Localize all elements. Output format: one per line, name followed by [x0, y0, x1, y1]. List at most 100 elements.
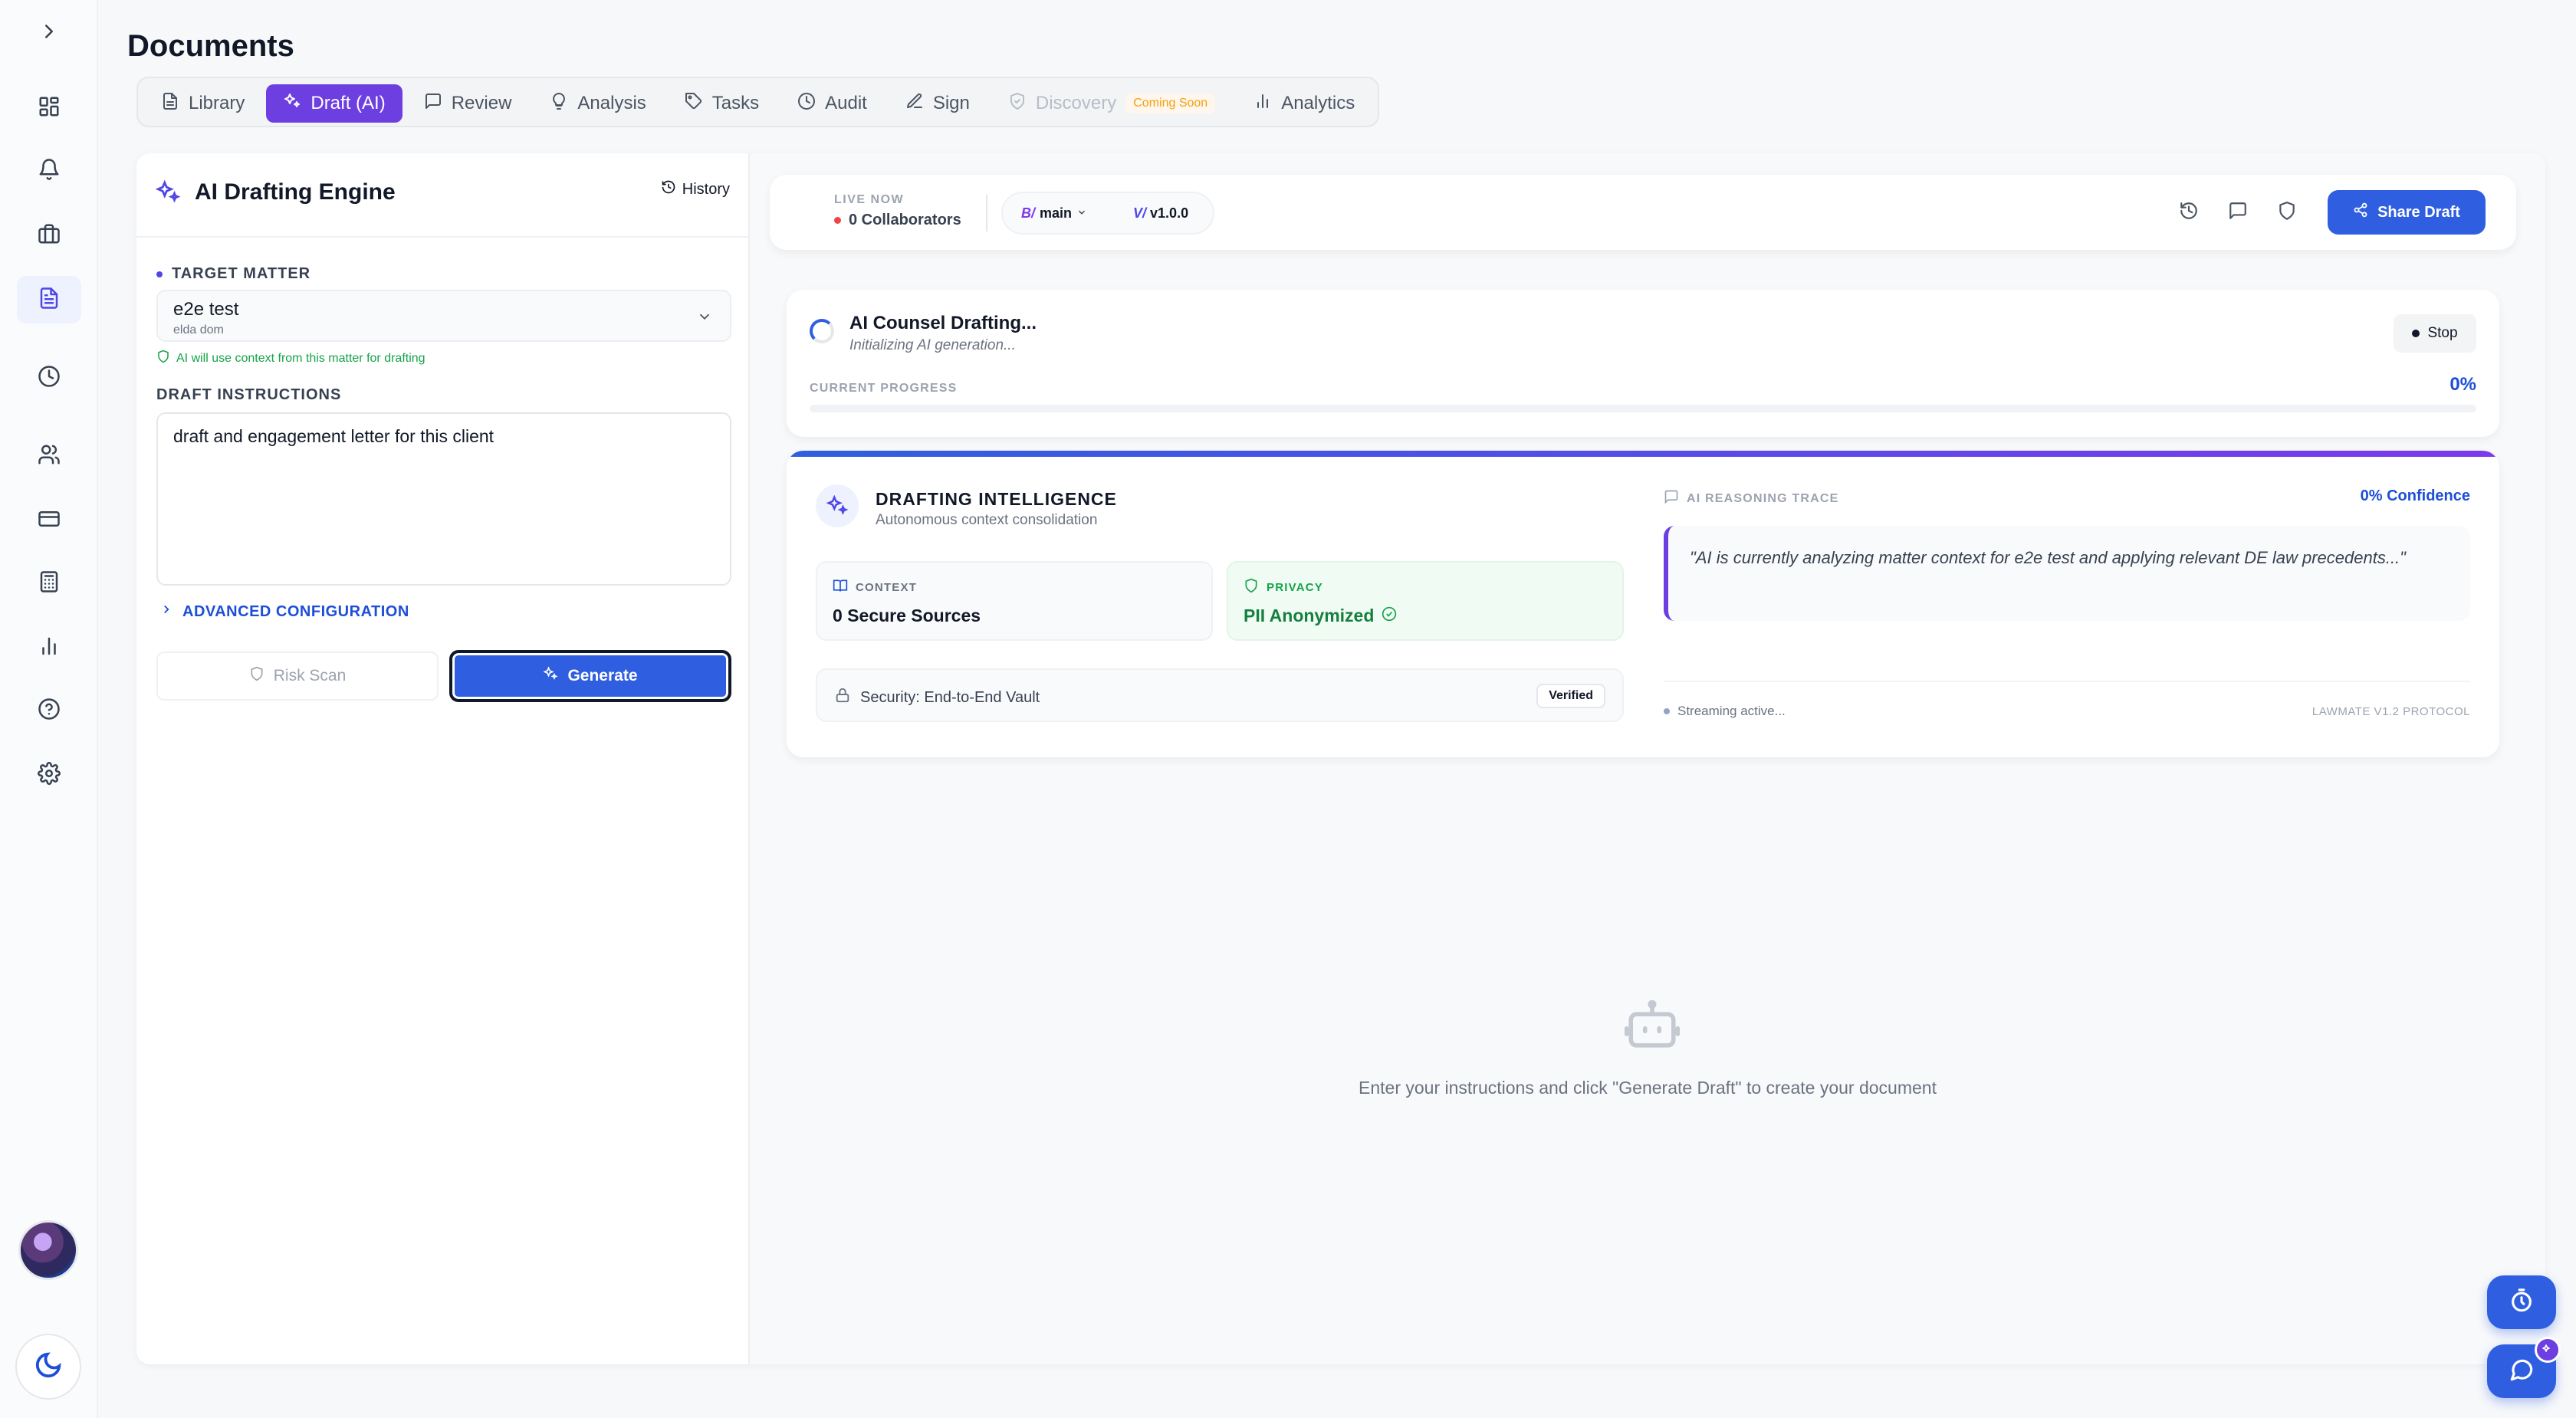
- gear-icon: [38, 761, 61, 789]
- generate-label: Generate: [567, 667, 638, 684]
- nav-settings[interactable]: [17, 751, 81, 799]
- target-matter-label: TARGET MATTER: [156, 265, 310, 283]
- clock-icon: [38, 365, 61, 392]
- branch-name: main: [1040, 205, 1073, 221]
- tab-analytics[interactable]: Analytics: [1237, 84, 1372, 123]
- tab-label: Analysis: [577, 93, 646, 113]
- loading-spinner-icon: [810, 319, 834, 343]
- risk-scan-button[interactable]: Risk Scan: [156, 652, 439, 701]
- nav-help[interactable]: [17, 687, 81, 734]
- tab-tasks[interactable]: Tasks: [668, 84, 776, 123]
- sparkles-icon: [543, 666, 559, 686]
- nav-reports[interactable]: [17, 624, 81, 671]
- intelligence-subtitle: Autonomous context consolidation: [876, 512, 1098, 528]
- tab-label: Tasks: [711, 93, 760, 113]
- branch-selector[interactable]: B/ main: [1021, 205, 1087, 222]
- collaboration-bar: LIVE NOW 0 Collaborators B/ main V/ v1.0…: [770, 175, 2516, 250]
- tab-label: Audit: [825, 93, 867, 113]
- accent-bar: [787, 451, 2499, 457]
- tag-icon: [685, 92, 703, 116]
- tab-label: Library: [189, 93, 245, 113]
- progress-percent: 0%: [2450, 374, 2476, 395]
- version-history-button[interactable]: [2179, 201, 2200, 222]
- history-button[interactable]: History: [661, 179, 730, 199]
- security-button[interactable]: [2277, 201, 2298, 222]
- reasoning-trace-label: AI REASONING TRACE: [1664, 489, 1839, 508]
- shield-icon: [249, 666, 264, 686]
- sparkles-icon: [283, 92, 301, 116]
- context-label: CONTEXT: [833, 578, 917, 596]
- sparkles-icon: [2535, 1337, 2561, 1363]
- nav-calculator[interactable]: [17, 560, 81, 607]
- share-draft-button[interactable]: Share Draft: [2328, 190, 2486, 235]
- nav-documents[interactable]: [17, 276, 81, 323]
- privacy-value-text: PII Anonymized: [1244, 606, 1375, 625]
- privacy-card: PRIVACY PII Anonymized: [1227, 561, 1624, 641]
- privacy-label: PRIVACY: [1244, 578, 1323, 596]
- history-icon: [2179, 202, 2199, 224]
- advanced-configuration-toggle[interactable]: ADVANCED CONFIGURATION: [159, 602, 409, 621]
- version-prefix: V/: [1133, 205, 1147, 221]
- tab-draft-ai[interactable]: Draft (AI): [266, 84, 402, 123]
- security-vault-row: Security: End-to-End Vault Verified: [816, 668, 1624, 722]
- context-card: CONTEXT 0 Secure Sources: [816, 561, 1213, 641]
- nav-notifications[interactable]: [17, 147, 81, 195]
- robot-icon: [1624, 999, 1681, 1052]
- main-area: Documents Library Draft (AI) Review Anal…: [98, 0, 2576, 1418]
- generate-button[interactable]: Generate: [449, 650, 731, 702]
- version-selector[interactable]: V/ v1.0.0: [1133, 205, 1188, 222]
- clock-icon: [797, 92, 816, 116]
- progress-title: AI Counsel Drafting...: [849, 313, 1037, 333]
- lightbulb-icon: [550, 92, 568, 116]
- context-hint-text: AI will use context from this matter for…: [176, 351, 426, 365]
- document-icon: [38, 287, 61, 313]
- collaborators-count: 0 Collaborators: [834, 212, 961, 229]
- drafting-panel-title: AI Drafting Engine: [195, 179, 396, 205]
- chevron-down-icon: [1076, 205, 1087, 222]
- nav-time[interactable]: [17, 354, 81, 402]
- briefcase-icon: [38, 222, 61, 249]
- security-label: Security: End-to-End Vault: [860, 688, 1040, 706]
- version-pill: B/ main V/ v1.0.0: [1001, 192, 1214, 235]
- target-matter-select[interactable]: e2e test elda dom: [156, 290, 731, 342]
- comments-button[interactable]: [2228, 201, 2249, 222]
- comment-icon: [424, 92, 442, 116]
- tab-library[interactable]: Library: [144, 84, 261, 123]
- comment-icon: [2228, 202, 2248, 224]
- tab-audit[interactable]: Audit: [780, 84, 884, 123]
- matter-client: elda dom: [173, 323, 224, 336]
- progress-bar: [810, 405, 2476, 412]
- draft-workspace: LIVE NOW 0 Collaborators B/ main V/ v1.0…: [750, 153, 2545, 1364]
- check-circle-icon: [1382, 606, 1397, 626]
- avatar[interactable]: [18, 1220, 78, 1280]
- tab-sign[interactable]: Sign: [889, 84, 987, 123]
- lock-icon: [834, 687, 851, 708]
- nav-billing[interactable]: [17, 497, 81, 544]
- version-number: v1.0.0: [1150, 205, 1189, 221]
- stop-button[interactable]: Stop: [2394, 314, 2476, 353]
- current-progress-label: CURRENT PROGRESS: [810, 382, 958, 395]
- divider: [1664, 681, 2470, 682]
- bar-chart-icon: [1254, 92, 1272, 116]
- timer-button[interactable]: [2487, 1275, 2556, 1329]
- nav-clients[interactable]: [17, 432, 81, 480]
- nav-dashboard[interactable]: [17, 84, 81, 132]
- nav-matters[interactable]: [17, 212, 81, 259]
- coming-soon-badge: Coming Soon: [1125, 94, 1216, 113]
- progress-subtitle: Initializing AI generation...: [849, 337, 1016, 353]
- chevron-down-icon: [696, 308, 713, 325]
- draft-instructions-textarea[interactable]: draft and engagement letter for this cli…: [156, 412, 731, 586]
- theme-toggle-button[interactable]: [15, 1334, 81, 1400]
- risk-scan-label: Risk Scan: [273, 667, 347, 684]
- tab-label: Discovery: [1035, 93, 1117, 113]
- tab-review[interactable]: Review: [407, 84, 529, 123]
- tab-label: Sign: [932, 93, 970, 113]
- streaming-status: Streaming active...: [1664, 704, 1786, 719]
- credit-card-icon: [38, 507, 61, 534]
- tab-analysis[interactable]: Analysis: [533, 84, 662, 123]
- chat-button[interactable]: [2487, 1337, 2561, 1398]
- grid-icon: [38, 95, 61, 122]
- expand-sidebar-button[interactable]: [17, 9, 81, 57]
- empty-state-text: Enter your instructions and click "Gener…: [1359, 1078, 1937, 1098]
- bell-icon: [38, 158, 61, 185]
